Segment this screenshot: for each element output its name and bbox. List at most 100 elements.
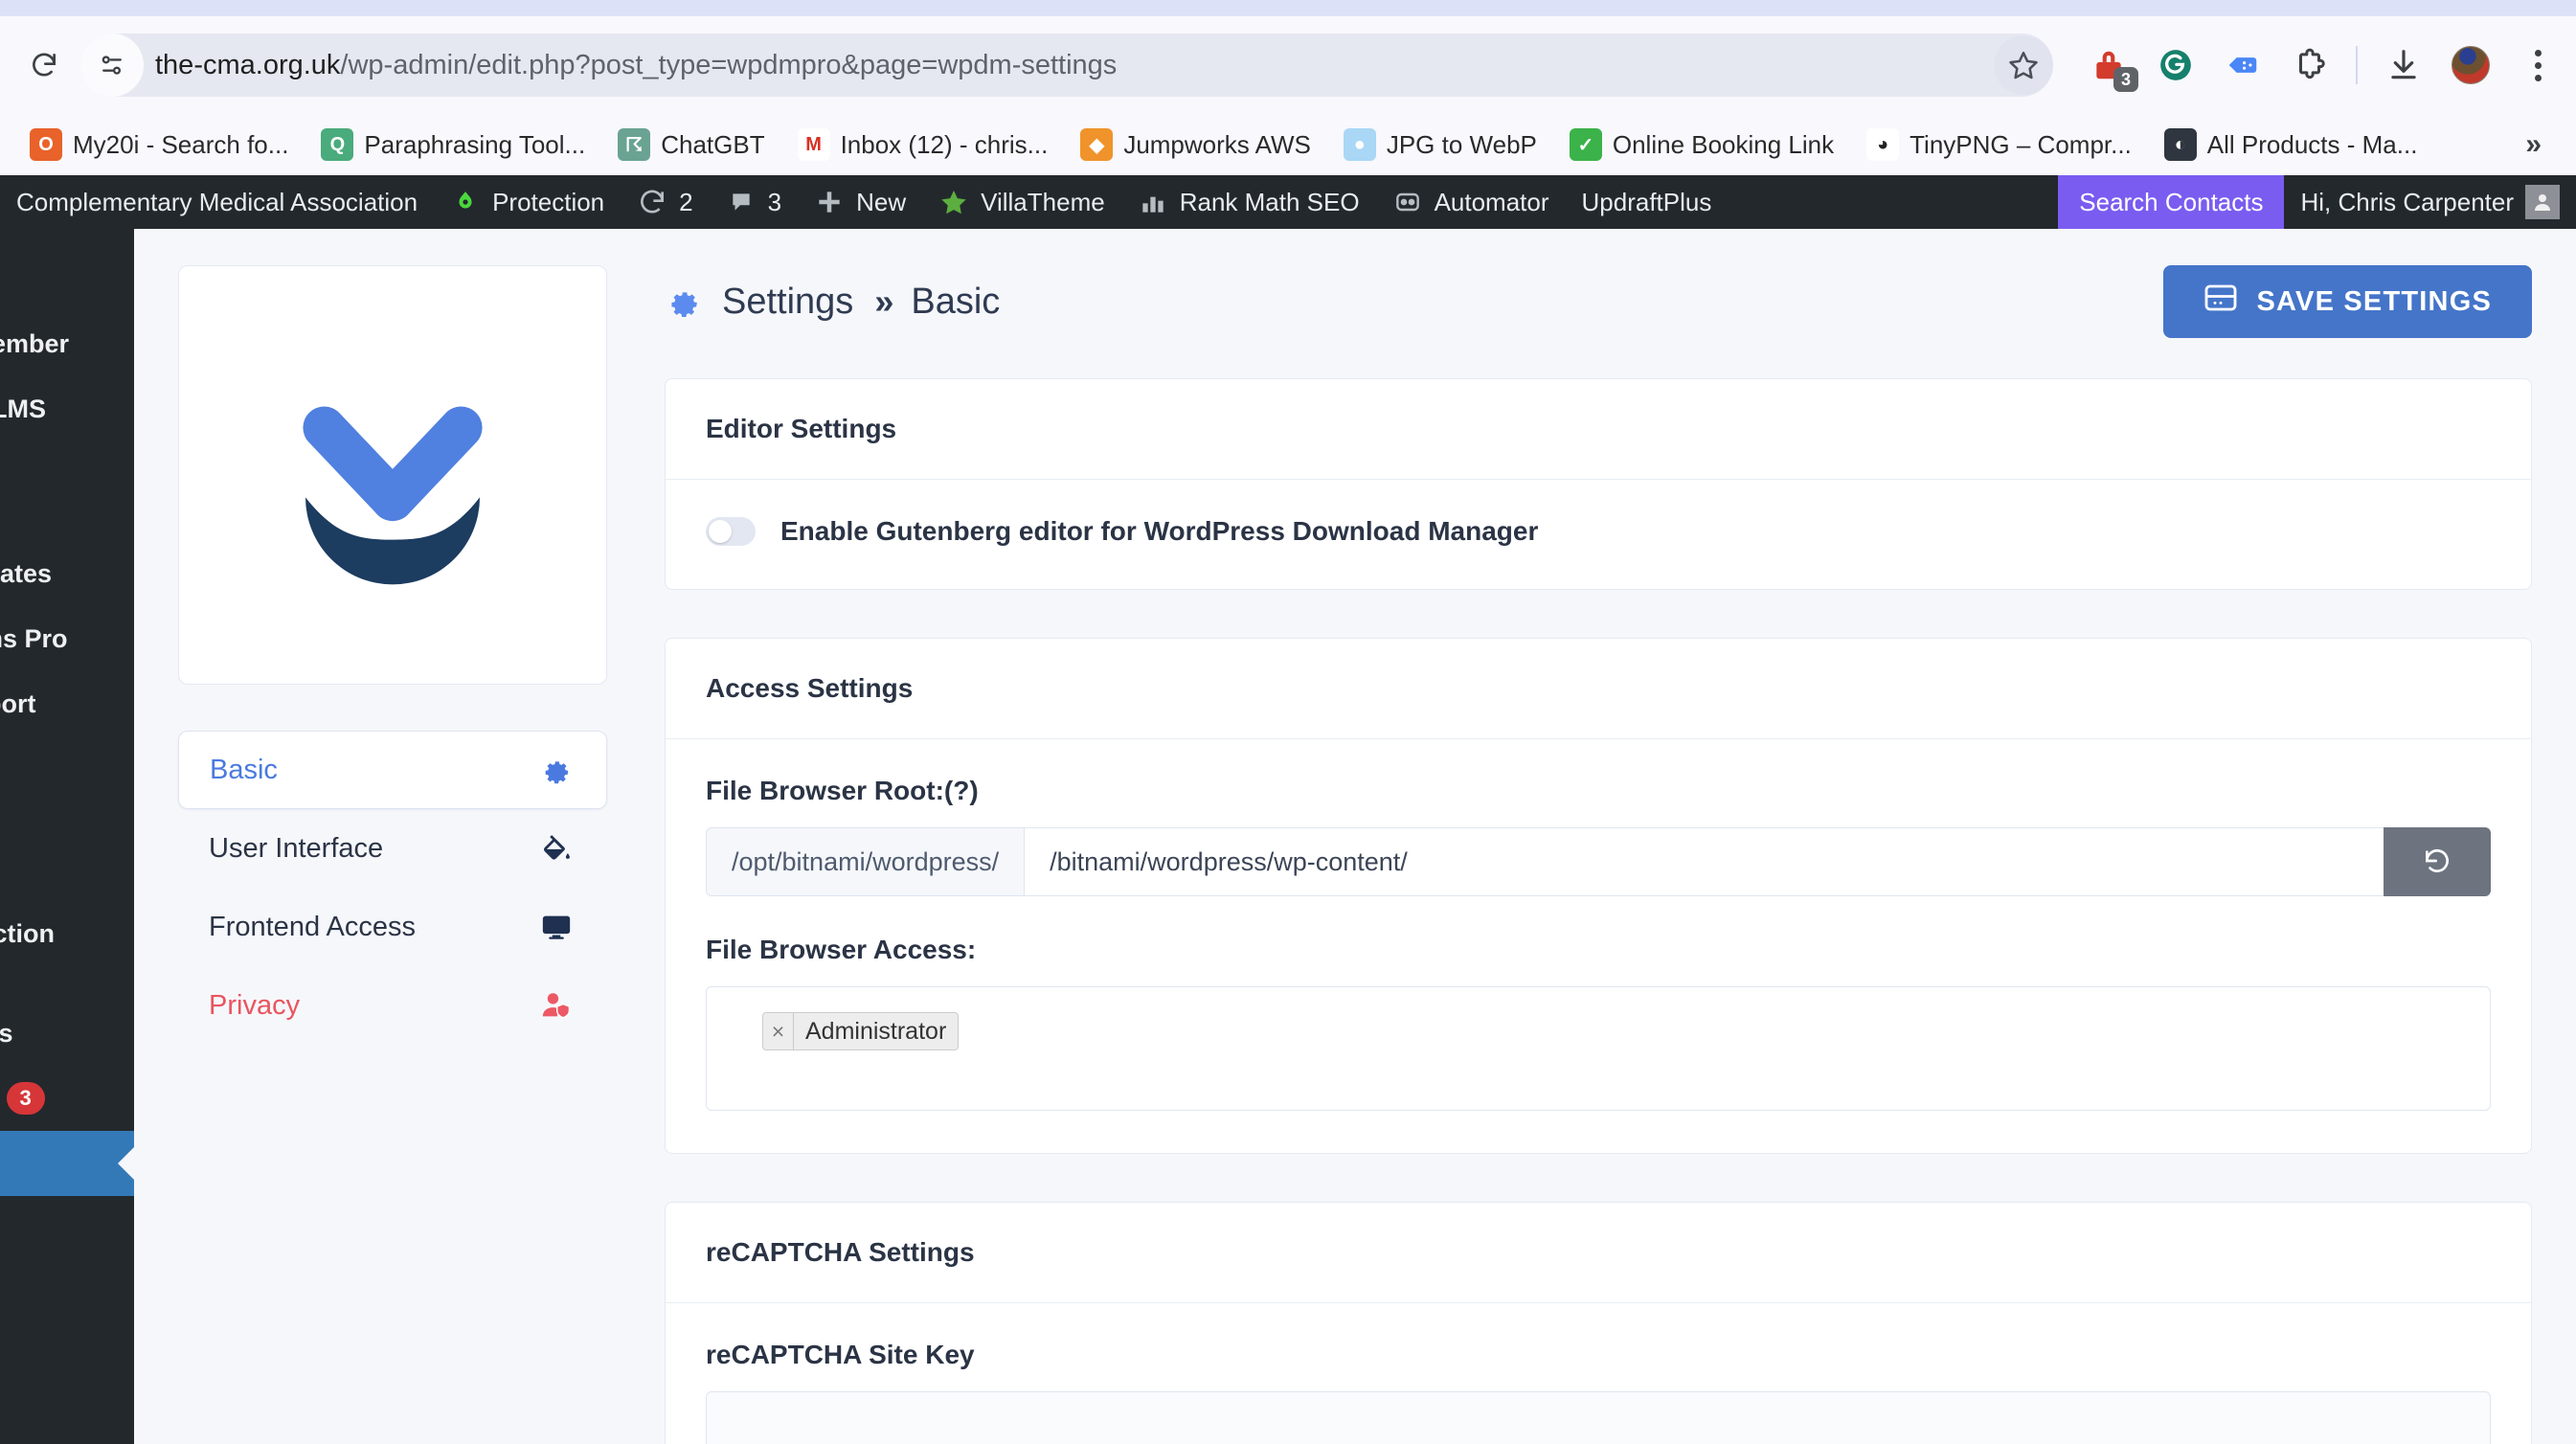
greeting-label: Hi, Chris Carpenter: [2300, 188, 2514, 217]
bookmark-label: Online Booking Link: [1613, 130, 1834, 160]
file-browser-access-tagbox[interactable]: × Administrator: [706, 986, 2491, 1111]
admin-bar-item-rank-math[interactable]: Rank Math SEO: [1121, 175, 1376, 229]
bookmark-label: All Products - Ma...: [2207, 130, 2418, 160]
admin-bar-item-protection[interactable]: Protection: [434, 175, 621, 229]
admin-bar-item-automator[interactable]: Automator: [1376, 175, 1566, 229]
bookmark-item[interactable]: ✓ Online Booking Link: [1553, 120, 1850, 169]
admin-bar-label: 2: [679, 188, 692, 217]
settings-nav-item-basic[interactable]: Basic: [178, 731, 607, 809]
role-tag[interactable]: × Administrator: [762, 1012, 959, 1050]
gutenberg-toggle-row[interactable]: Enable Gutenberg editor for WordPress Do…: [706, 516, 2491, 547]
plus-icon: [814, 187, 845, 217]
recaptcha-site-key-input[interactable]: [706, 1391, 2491, 1444]
tag-extension-icon[interactable]: [2222, 44, 2264, 86]
sidebar-item-comments[interactable]: nts 3: [0, 1066, 134, 1131]
file-browser-root-input[interactable]: [1024, 827, 2384, 896]
bookmark-item[interactable]: Q Paraphrasing Tool...: [305, 120, 601, 169]
sidebar-separator: [0, 801, 134, 836]
admin-bar-account[interactable]: Hi, Chris Carpenter: [2284, 175, 2576, 229]
updates-icon: [637, 187, 667, 217]
admin-bar-site-name[interactable]: Complementary Medical Association: [0, 175, 434, 229]
reload-icon[interactable]: [17, 38, 71, 92]
sidebar-item-docs[interactable]: ocs: [0, 836, 134, 901]
sidebar-item-support[interactable]: upport: [0, 671, 134, 736]
sidebar-item-forms-pro[interactable]: orms Pro: [0, 606, 134, 671]
admin-bar-item-comments[interactable]: 3: [710, 175, 798, 229]
sidebar-item-crm[interactable]: RM: [0, 441, 134, 507]
search-contacts-button[interactable]: Search Contacts: [2058, 175, 2284, 229]
gear-icon: [535, 750, 576, 790]
sidebar-item-protection[interactable]: otection: [0, 901, 134, 966]
page-header: Settings » Basic SAVE SETTINGS: [665, 265, 2532, 338]
settings-nav-item-user-interface[interactable]: User Interface: [178, 809, 607, 888]
address-bar[interactable]: the-cma.org.uk/wp-admin/edit.php?post_ty…: [80, 34, 2053, 97]
bookmark-item[interactable]: O My20i - Search fo...: [13, 120, 305, 169]
chatgpt-icon: ☈: [618, 128, 650, 161]
site-settings-icon[interactable]: [80, 34, 144, 97]
page-title: Settings » Basic: [665, 282, 1000, 323]
gutenberg-toggle-label: Enable Gutenberg editor for WordPress Do…: [780, 516, 1538, 547]
profile-avatar[interactable]: [2450, 44, 2492, 86]
downloads-icon[interactable]: [2383, 44, 2425, 86]
bookmark-item[interactable]: ● JPG to WebP: [1327, 120, 1553, 169]
save-settings-button[interactable]: SAVE SETTINGS: [2163, 265, 2533, 338]
bookmark-label: Paraphrasing Tool...: [364, 130, 585, 160]
sidebar-item-label: upport: [0, 689, 35, 719]
sidebar-separator: [0, 507, 134, 541]
booking-link-icon: ✓: [1570, 128, 1602, 161]
remove-tag-icon[interactable]: ×: [763, 1013, 794, 1049]
toolbar-extension-icons: 3: [2053, 44, 2559, 86]
sidebar-item-downloads[interactable]: ds: [0, 1131, 134, 1196]
breadcrumb-root[interactable]: Settings: [722, 282, 853, 323]
password-manager-icon[interactable]: 3: [2088, 44, 2130, 86]
bookmark-star-icon[interactable]: [1994, 35, 2053, 95]
settings-nav-item-frontend-access[interactable]: Frontend Access: [178, 888, 607, 966]
admin-bar-item-updates[interactable]: 2: [621, 175, 709, 229]
refresh-icon: [2422, 846, 2452, 879]
sidebar-item-member[interactable]: t Member: [0, 311, 134, 376]
admin-bar-item-updraftplus[interactable]: UpdraftPlus: [1566, 175, 1729, 229]
extensions-puzzle-icon[interactable]: [2289, 44, 2331, 86]
editor-settings-body: Enable Gutenberg editor for WordPress Do…: [666, 480, 2531, 589]
recaptcha-settings-heading: reCAPTCHA Settings: [666, 1203, 2531, 1303]
bookmark-item[interactable]: ◐ All Products - Ma...: [2148, 120, 2434, 169]
refresh-button[interactable]: [2384, 827, 2491, 896]
admin-bar-label: Rank Math SEO: [1180, 188, 1360, 217]
bookmark-item[interactable]: ◆ Jumpworks AWS: [1064, 120, 1327, 169]
my20i-icon: O: [30, 128, 62, 161]
grammarly-icon[interactable]: [2155, 44, 2197, 86]
automator-icon: [1392, 187, 1423, 217]
sidebar-item-testimonials[interactable]: nials: [0, 1001, 134, 1066]
wp-body: ard t Member sh LMS RM mplates orms Pro …: [0, 229, 2576, 1444]
access-settings-heading: Access Settings: [666, 639, 2531, 739]
bookmark-label: JPG to WebP: [1387, 130, 1537, 160]
breadcrumb-separator: »: [874, 282, 890, 322]
bookmark-item[interactable]: M Inbox (12) - chris...: [781, 120, 1065, 169]
toolbar-divider: [2356, 46, 2358, 84]
browser-tab-strip[interactable]: [0, 0, 2576, 16]
save-disk-icon: [2203, 283, 2238, 320]
url-path: /wp-admin/edit.php?post_type=wpdmpro&pag…: [340, 50, 1117, 80]
sidebar-item-lms[interactable]: sh LMS: [0, 376, 134, 441]
file-browser-root-prefix: /opt/bitnami/wordpress/: [706, 827, 1024, 896]
wpdm-settings-page: Basic User Interface Frontend Access: [134, 229, 2576, 1444]
bookmarks-overflow-icon[interactable]: »: [2525, 128, 2563, 161]
admin-bar-item-new[interactable]: New: [798, 175, 922, 229]
sidebar-item-label: mplates: [0, 559, 52, 589]
chrome-menu-icon[interactable]: [2517, 44, 2559, 86]
url-text[interactable]: the-cma.org.uk/wp-admin/edit.php?post_ty…: [144, 50, 1117, 81]
bookmark-item[interactable]: ◕ TinyPNG – Compr...: [1850, 120, 2148, 169]
sidebar-item-dashboard[interactable]: ard: [0, 246, 134, 311]
gutenberg-toggle[interactable]: [706, 517, 756, 546]
settings-nav-item-privacy[interactable]: Privacy: [178, 966, 607, 1045]
admin-bar-item-villatheme[interactable]: VillaTheme: [922, 175, 1121, 229]
bookmark-item[interactable]: ☈ ChatGBT: [601, 120, 780, 169]
help-hint-icon[interactable]: (?): [944, 776, 979, 805]
editor-settings-panel: Editor Settings Enable Gutenberg editor …: [665, 378, 2532, 590]
role-tag-label: Administrator: [794, 1013, 958, 1049]
sidebar-item-templates[interactable]: mplates: [0, 541, 134, 606]
bookmark-label: ChatGBT: [661, 130, 764, 160]
recaptcha-settings-body: reCAPTCHA Site Key Register a new site f…: [666, 1303, 2531, 1444]
sidebar-item-e[interactable]: e: [0, 736, 134, 801]
file-browser-root-label-text: File Browser Root:: [706, 776, 944, 805]
